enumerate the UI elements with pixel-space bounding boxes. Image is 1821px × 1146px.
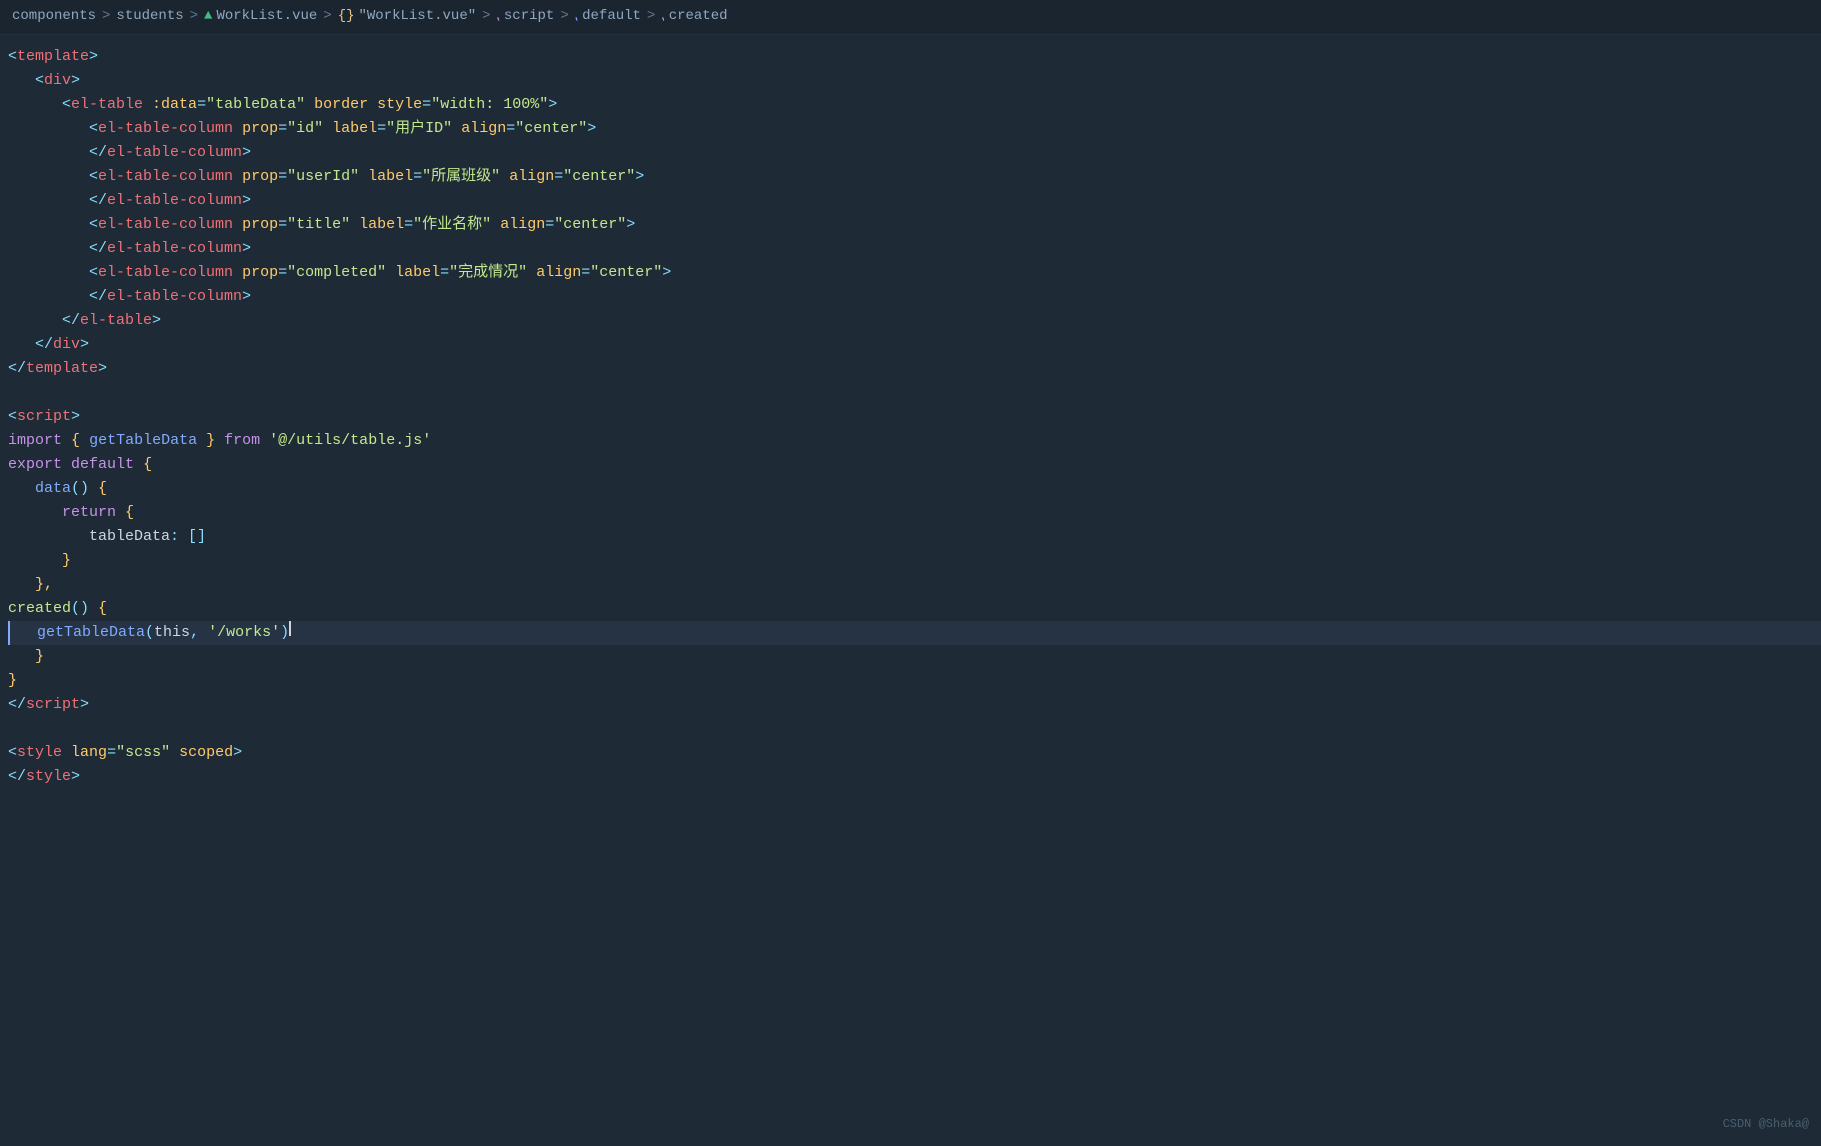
breadcrumb-bar: components > students > ▲ WorkList.vue >… — [0, 0, 1821, 35]
bc-sep-1: > — [102, 6, 110, 28]
line-15 — [8, 381, 1821, 405]
watermark: CSDN @Shaka@ — [1723, 1115, 1809, 1134]
created-bracket-icon: ⹁ — [661, 6, 664, 28]
default-bracket-icon: ⹁ — [575, 6, 578, 28]
bc-default-label: default — [582, 6, 641, 28]
bc-sep-4: > — [482, 6, 490, 28]
breadcrumb-item-script[interactable]: ⹁ script — [497, 6, 555, 28]
bc-worklist-vue-label: WorkList.vue — [216, 6, 317, 28]
bc-sep-3: > — [323, 6, 331, 28]
line-2: <div> — [8, 69, 1821, 93]
line-20: return { — [8, 501, 1821, 525]
line-31: </style> — [8, 765, 1821, 789]
bc-braces-icon: {} — [338, 6, 355, 28]
line-9: </el-table-column> — [8, 237, 1821, 261]
script-bracket-icon: ⹁ — [497, 6, 500, 28]
breadcrumb-item-worklist-string[interactable]: {} "WorkList.vue" — [338, 6, 476, 28]
breadcrumb-item-components[interactable]: components — [12, 6, 96, 28]
line-17: import { getTableData } from '@/utils/ta… — [8, 429, 1821, 453]
line-4: <el-table-column prop="id" label="用户ID" … — [8, 117, 1821, 141]
bc-sep-5: > — [560, 6, 568, 28]
line-19: data() { — [8, 477, 1821, 501]
bc-components-label: components — [12, 6, 96, 28]
line-12: </el-table> — [8, 309, 1821, 333]
line-28: </script> — [8, 693, 1821, 717]
line-7: </el-table-column> — [8, 189, 1821, 213]
bc-sep-6: > — [647, 6, 655, 28]
line-5: </el-table-column> — [8, 141, 1821, 165]
line-16: <script> — [8, 405, 1821, 429]
vue-icon: ▲ — [204, 6, 212, 28]
line-21: tableData: [] — [8, 525, 1821, 549]
bc-created-label: created — [669, 6, 728, 28]
line-3: <el-table :data="tableData" border style… — [8, 93, 1821, 117]
breadcrumb-item-default[interactable]: ⹁ default — [575, 6, 641, 28]
breadcrumb-item-students[interactable]: students — [116, 6, 183, 28]
line-1: <template> — [8, 45, 1821, 69]
line-25: getTableData(this, '/works') — [8, 621, 1821, 645]
breadcrumb-item-worklist-vue[interactable]: ▲ WorkList.vue — [204, 6, 317, 28]
line-30: <style lang="scss" scoped> — [8, 741, 1821, 765]
line-23: }, — [8, 573, 1821, 597]
line-18: export default { — [8, 453, 1821, 477]
editor-area: <template> <div> <el-table :data="tableD… — [0, 35, 1821, 799]
line-27: } — [8, 669, 1821, 693]
line-10: <el-table-column prop="completed" label=… — [8, 261, 1821, 285]
line-6: <el-table-column prop="userId" label="所属… — [8, 165, 1821, 189]
line-22: } — [8, 549, 1821, 573]
line-13: </div> — [8, 333, 1821, 357]
breadcrumb-item-created[interactable]: ⹁ created — [661, 6, 727, 28]
line-14: </template> — [8, 357, 1821, 381]
line-24: created() { — [8, 597, 1821, 621]
line-29 — [8, 717, 1821, 741]
line-26: } — [8, 645, 1821, 669]
bc-sep-2: > — [190, 6, 198, 28]
bc-students-label: students — [116, 6, 183, 28]
line-8: <el-table-column prop="title" label="作业名… — [8, 213, 1821, 237]
line-11: </el-table-column> — [8, 285, 1821, 309]
bc-script-label: script — [504, 6, 554, 28]
bc-worklist-string-label: "WorkList.vue" — [359, 6, 477, 28]
